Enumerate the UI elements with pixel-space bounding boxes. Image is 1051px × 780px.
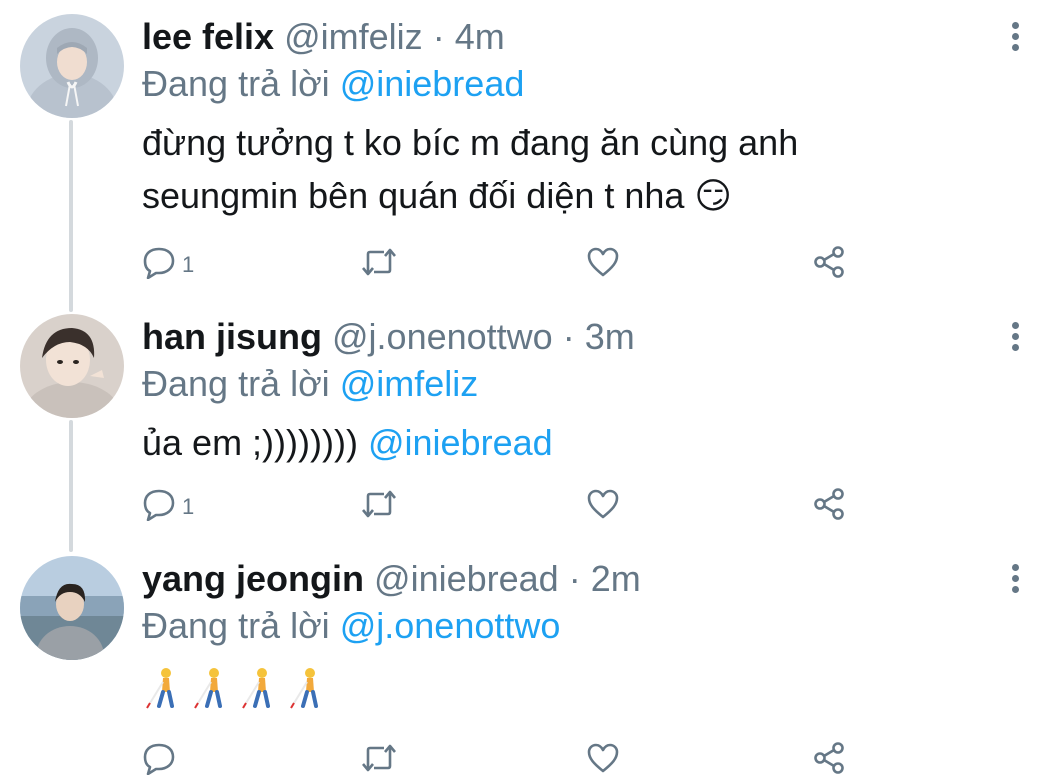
like-button[interactable] (586, 242, 620, 282)
tweet-text-line: seungmin bên quán đối diện t nha 😏 (142, 175, 732, 216)
share-button[interactable] (812, 484, 846, 524)
replying-to-label: Đang trả lời (142, 605, 330, 646)
tweet-han-jisung[interactable]: han jisung @j.onenottwo · 3m Đang trả lờ… (0, 314, 1051, 544)
separator-dot: · (562, 316, 575, 357)
retweet-icon (362, 744, 396, 772)
person-with-white-cane-emoji (242, 668, 270, 709)
like-icon (587, 247, 619, 277)
reply-icon (143, 489, 175, 521)
more-icon[interactable] (1008, 564, 1022, 594)
separator-dot: · (432, 16, 445, 57)
share-icon (814, 488, 844, 520)
reply-icon (143, 247, 175, 279)
avatar[interactable] (20, 314, 124, 418)
replying-to: Đang trả lời @iniebread (142, 61, 524, 107)
replying-to-label: Đang trả lời (142, 363, 330, 404)
reply-button[interactable]: 1 (142, 484, 194, 524)
share-icon (814, 742, 844, 774)
tweet-actions: 1 (142, 484, 862, 524)
tweet-yang-jeongin[interactable]: yang jeongin @iniebread · 2m Đang trả lờ… (0, 556, 1051, 780)
retweet-icon (362, 248, 396, 276)
person-with-white-cane-emoji (290, 668, 318, 709)
replying-to-label: Đang trả lời (142, 63, 330, 104)
reply-button[interactable] (142, 738, 176, 778)
tweet-text: đừng tưởng t ko bíc m đang ăn cùng anh s… (142, 116, 1002, 222)
replying-to-mention[interactable]: @iniebread (340, 63, 525, 104)
tweet-actions (142, 738, 862, 778)
reply-count: 1 (182, 494, 195, 519)
replying-to: Đang trả lời @imfeliz (142, 361, 478, 407)
replying-to-mention[interactable]: @imfeliz (340, 363, 479, 404)
display-name[interactable]: yang jeongin (142, 558, 364, 599)
timestamp[interactable]: 3m (585, 316, 635, 357)
display-name[interactable]: lee felix (142, 16, 274, 57)
like-button[interactable] (586, 738, 620, 778)
reply-button[interactable]: 1 (142, 242, 194, 282)
retweet-icon (362, 490, 396, 518)
retweet-button[interactable] (360, 484, 398, 524)
user-handle[interactable]: @imfeliz (284, 16, 423, 57)
timestamp[interactable]: 4m (455, 16, 505, 57)
reply-count: 1 (182, 252, 195, 277)
separator-dot: · (568, 558, 581, 599)
replying-to-mention[interactable]: @j.onenottwo (340, 605, 561, 646)
tweet-lee-felix[interactable]: lee felix @imfeliz · 4m Đang trả lời @in… (0, 14, 1051, 304)
like-icon (587, 743, 619, 773)
tweet-mention[interactable]: @iniebread (368, 422, 553, 463)
retweet-button[interactable] (360, 738, 398, 778)
share-button[interactable] (812, 738, 846, 778)
tweet-header: lee felix @imfeliz · 4m (142, 14, 505, 60)
timestamp[interactable]: 2m (591, 558, 641, 599)
more-icon[interactable] (1008, 22, 1022, 52)
retweet-button[interactable] (360, 242, 398, 282)
person-with-white-cane-emoji (194, 668, 222, 709)
tweet-emoji (142, 666, 330, 710)
more-icon[interactable] (1008, 322, 1022, 352)
person-with-white-cane-emoji (146, 668, 174, 709)
like-icon (587, 489, 619, 519)
tweet-header: yang jeongin @iniebread · 2m (142, 556, 641, 602)
tweet-actions: 1 (142, 242, 862, 282)
tweet-text: ủa em ;)))))))) @iniebread (142, 416, 1002, 469)
user-handle[interactable]: @j.onenottwo (332, 316, 553, 357)
user-handle[interactable]: @iniebread (374, 558, 559, 599)
like-button[interactable] (586, 484, 620, 524)
tweet-text-line: đừng tưởng t ko bíc m đang ăn cùng anh (142, 122, 799, 163)
display-name[interactable]: han jisung (142, 316, 322, 357)
tweet-text-line: ủa em ;)))))))) (142, 422, 368, 463)
replying-to: Đang trả lời @j.onenottwo (142, 603, 560, 649)
tweet-header: han jisung @j.onenottwo · 3m (142, 314, 635, 360)
avatar[interactable] (20, 556, 124, 660)
reply-icon (143, 743, 175, 775)
share-icon (814, 246, 844, 278)
share-button[interactable] (812, 242, 846, 282)
avatar[interactable] (20, 14, 124, 118)
